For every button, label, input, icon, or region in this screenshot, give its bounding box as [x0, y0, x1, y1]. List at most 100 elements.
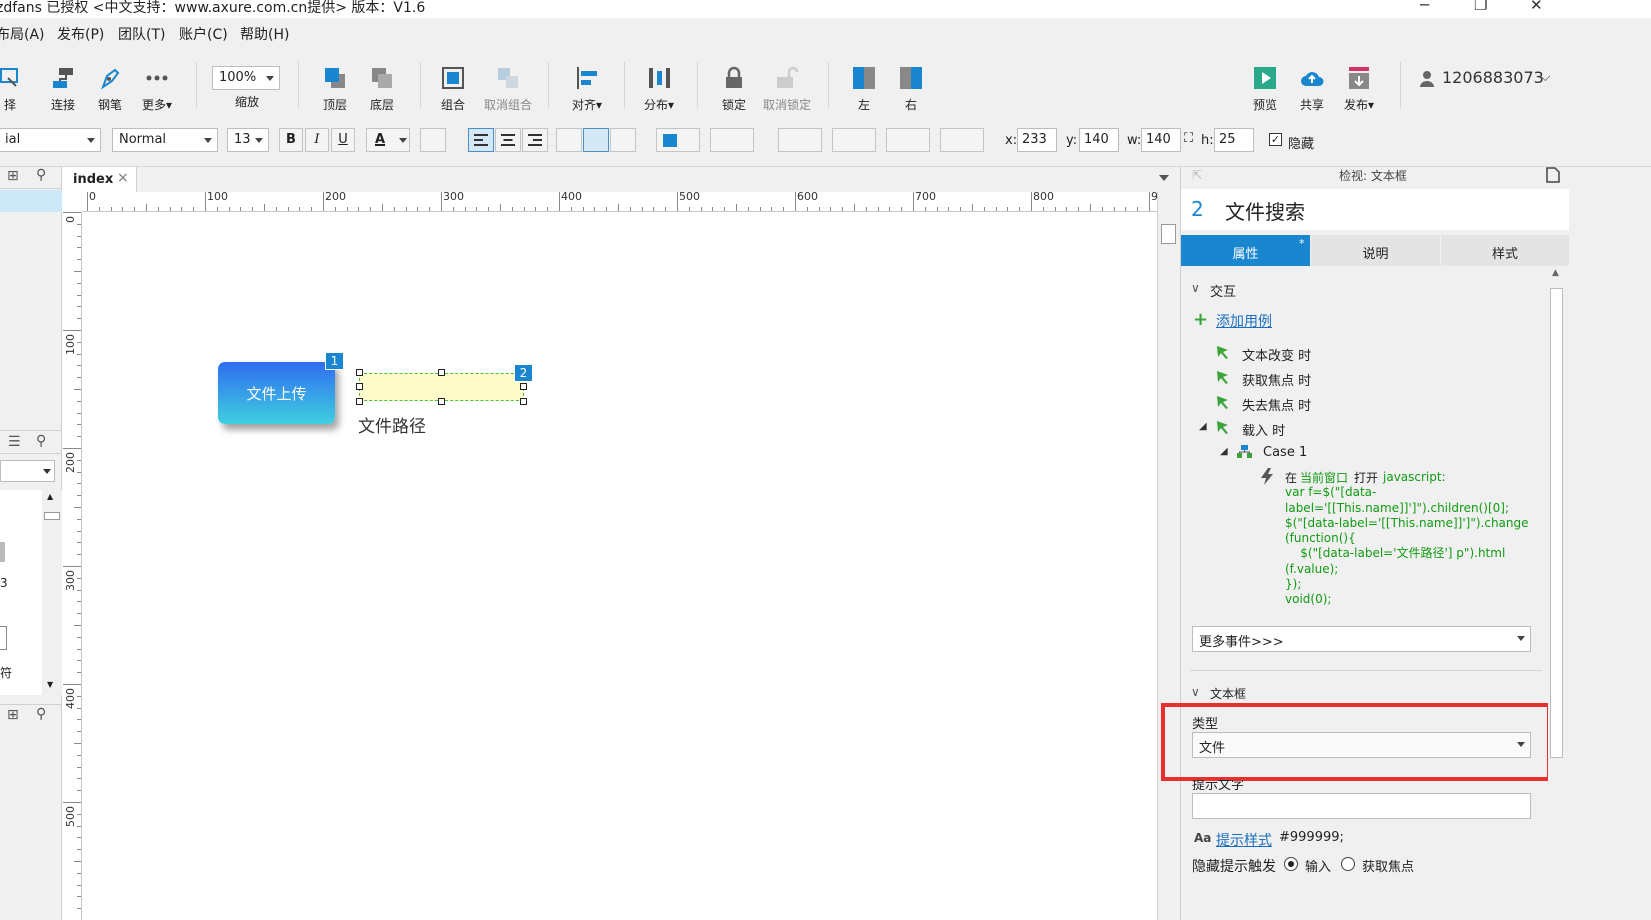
- resize-handle[interactable]: [356, 369, 363, 376]
- tab-notes[interactable]: 说明: [1311, 235, 1440, 266]
- resize-handle[interactable]: [356, 383, 363, 390]
- maximize-icon[interactable]: ❐: [1474, 0, 1487, 14]
- add-case-link[interactable]: 添加用例: [1216, 311, 1272, 331]
- upload-button-widget[interactable]: 文件上传: [218, 362, 335, 424]
- file-search-textbox[interactable]: [359, 373, 524, 401]
- scroll-up-icon[interactable]: ▲: [1552, 268, 1559, 278]
- scroll-down-icon[interactable]: ▼: [47, 680, 53, 689]
- select-button[interactable]: 择: [0, 48, 38, 118]
- user-account-name[interactable]: 1206883073: [1442, 68, 1544, 87]
- tab-index[interactable]: index ×: [63, 167, 137, 192]
- font-style-select[interactable]: Normal: [112, 128, 218, 152]
- send-to-back-button[interactable]: 底层: [354, 48, 410, 118]
- plus-icon[interactable]: +: [1193, 309, 1208, 330]
- fill-color-button[interactable]: [656, 128, 700, 152]
- lock-button[interactable]: 锁定: [706, 48, 762, 118]
- resize-handle[interactable]: [520, 383, 527, 390]
- menu-publish[interactable]: 发布(P): [57, 24, 104, 44]
- unlock-button[interactable]: 取消锁定: [759, 48, 815, 118]
- tab-properties[interactable]: 属性 *: [1181, 235, 1310, 266]
- resize-handle[interactable]: [438, 369, 445, 376]
- inspector-scrollbar[interactable]: ▲: [1548, 268, 1565, 920]
- publish-button[interactable]: 发布▾: [1331, 48, 1387, 118]
- close-tab-icon[interactable]: ×: [117, 170, 129, 186]
- scroll-thumb[interactable]: [1550, 288, 1563, 758]
- design-canvas[interactable]: 文件上传 1 2 文件路径: [82, 213, 1157, 920]
- minimize-icon[interactable]: ─: [1420, 0, 1429, 14]
- chevron-down-icon[interactable]: ∨: [1191, 685, 1200, 699]
- menu-icon[interactable]: ☰: [8, 434, 21, 450]
- w-field[interactable]: 140: [1141, 128, 1181, 152]
- font-family-select[interactable]: ial: [0, 128, 101, 152]
- menu-help[interactable]: 帮助(H): [240, 24, 289, 44]
- tab-style[interactable]: 样式: [1441, 235, 1569, 266]
- hint-style-link[interactable]: 提示样式: [1216, 830, 1272, 850]
- selected-page-item[interactable]: [0, 190, 62, 212]
- group-button[interactable]: 组合: [425, 48, 481, 118]
- event-focus[interactable]: 获取焦点 时: [1242, 370, 1311, 389]
- underline-button[interactable]: U: [331, 128, 355, 152]
- event-load[interactable]: 载入 时: [1242, 420, 1285, 439]
- hidden-checkbox[interactable]: ✓: [1269, 133, 1282, 146]
- search-icon[interactable]: ⚲: [36, 433, 46, 449]
- resize-handle[interactable]: [520, 398, 527, 405]
- menu-team[interactable]: 团队(T): [118, 24, 165, 44]
- more-events-select[interactable]: 更多事件>>>: [1192, 626, 1531, 652]
- collapse-panel-icon[interactable]: ⇱: [1192, 168, 1202, 182]
- arrow-style-button[interactable]: [940, 128, 984, 152]
- page-icon[interactable]: [1546, 167, 1560, 183]
- valign-top-button[interactable]: [556, 128, 582, 152]
- zoom-select[interactable]: 100%: [212, 66, 280, 90]
- line-style-button[interactable]: [886, 128, 930, 152]
- expand-triangle-icon[interactable]: ◢: [1199, 421, 1207, 432]
- line-width-button[interactable]: [832, 128, 876, 152]
- scroll-up-icon[interactable]: ▲: [47, 492, 53, 501]
- resize-handle[interactable]: [356, 398, 363, 405]
- resize-handle[interactable]: [438, 398, 445, 405]
- expand-triangle-icon[interactable]: ◢: [1220, 446, 1228, 457]
- case-1[interactable]: Case 1: [1263, 445, 1307, 460]
- shadow-button[interactable]: [710, 128, 754, 152]
- widget-name[interactable]: 文件搜索: [1225, 196, 1305, 225]
- file-path-label[interactable]: 文件路径: [358, 412, 426, 437]
- chevron-down-icon[interactable]: ∨: [1191, 281, 1200, 295]
- hint-text-input[interactable]: [1192, 793, 1531, 819]
- radio-focus[interactable]: [1341, 857, 1355, 871]
- distribute-button[interactable]: 分布▾: [631, 48, 687, 118]
- menu-account[interactable]: 账户(C): [179, 24, 228, 44]
- valign-middle-button[interactable]: [583, 128, 609, 152]
- close-window-icon[interactable]: ✕: [1530, 0, 1543, 14]
- widget-library-select[interactable]: [0, 460, 55, 482]
- add-page-icon[interactable]: ⊞: [7, 168, 19, 184]
- right-button[interactable]: 右: [883, 48, 939, 118]
- widget-list-scrollbar[interactable]: ▲ ▼: [42, 490, 62, 695]
- more-button[interactable]: 更多▾: [129, 48, 185, 118]
- x-field[interactable]: 233: [1017, 128, 1057, 152]
- radio-input[interactable]: [1284, 857, 1298, 871]
- font-size-select[interactable]: 13: [227, 128, 269, 152]
- align-text-left-button[interactable]: [468, 128, 494, 152]
- font-color-button[interactable]: A: [366, 128, 410, 152]
- valign-bottom-button[interactable]: [610, 128, 636, 152]
- scroll-thumb[interactable]: [44, 512, 60, 520]
- search-icon[interactable]: ⚲: [36, 706, 46, 722]
- align-text-right-button[interactable]: [522, 128, 548, 152]
- chevron-down-icon[interactable]: ⌵: [1540, 69, 1551, 85]
- scroll-thumb[interactable]: [1161, 224, 1176, 244]
- align-button[interactable]: 对齐▾: [559, 48, 615, 118]
- event-text-changed[interactable]: 文本改变 时: [1242, 345, 1311, 364]
- bold-button[interactable]: B: [279, 128, 303, 152]
- bullet-button[interactable]: [420, 128, 446, 152]
- canvas-vertical-scrollbar[interactable]: [1157, 192, 1180, 920]
- event-blur[interactable]: 失去焦点 时: [1242, 395, 1311, 414]
- h-field[interactable]: 25: [1214, 128, 1254, 152]
- line-color-button[interactable]: [778, 128, 822, 152]
- add-master-icon[interactable]: ⊞: [7, 707, 19, 723]
- align-text-center-button[interactable]: [495, 128, 521, 152]
- y-field[interactable]: 140: [1079, 128, 1119, 152]
- lock-ratio-icon[interactable]: ⛶: [1184, 131, 1193, 146]
- italic-button[interactable]: I: [305, 128, 329, 152]
- tab-list-chevron-icon[interactable]: [1159, 175, 1169, 181]
- search-icon[interactable]: ⚲: [36, 167, 46, 183]
- menu-layout[interactable]: 布局(A): [0, 24, 45, 44]
